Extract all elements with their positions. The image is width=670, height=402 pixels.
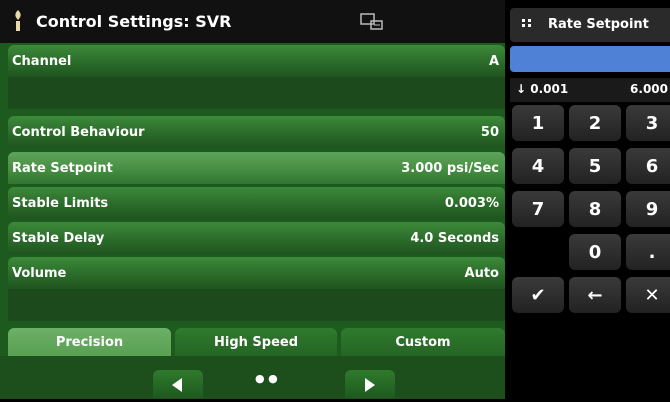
- setting-label: Volume: [12, 265, 67, 281]
- mode-tabs: Precision High Speed Custom: [8, 328, 505, 356]
- right-arrow-icon: [365, 378, 375, 392]
- keypad-header: Rate Setpoint: [510, 8, 670, 42]
- setting-row-spacer: [8, 289, 505, 321]
- key-5[interactable]: 5: [569, 148, 621, 184]
- setting-value: 4.0 Seconds: [410, 230, 499, 246]
- torch-icon: [15, 10, 21, 31]
- setting-value: 3.000 psi/Sec: [401, 160, 499, 176]
- key-decimal[interactable]: .: [626, 234, 670, 270]
- backspace-button[interactable]: ←: [569, 277, 621, 313]
- keypad-icon: [522, 19, 531, 27]
- key-8[interactable]: 8: [569, 191, 621, 227]
- key-2[interactable]: 2: [569, 105, 621, 141]
- remote-display-icon[interactable]: [360, 13, 386, 31]
- setting-value: A: [488, 53, 499, 69]
- enter-button[interactable]: ✔: [512, 277, 564, 313]
- setting-label: Rate Setpoint: [12, 160, 113, 176]
- setting-row-rate-setpoint[interactable]: Rate Setpoint 3.000 psi/Sec: [8, 152, 505, 184]
- setting-row-volume[interactable]: Volume Auto: [8, 257, 505, 289]
- value-range: ↓ 0.001 6.000: [510, 78, 670, 102]
- setting-row-spacer: [8, 77, 505, 109]
- page-title: Control Settings: SVR: [36, 12, 232, 31]
- key-7[interactable]: 7: [512, 191, 564, 227]
- setting-label: Control Behaviour: [12, 124, 145, 140]
- tab-custom[interactable]: Custom: [341, 328, 505, 356]
- page-navigation: ● ●: [0, 356, 505, 399]
- setting-row-stable-delay[interactable]: Stable Delay 4.0 Seconds: [8, 222, 505, 254]
- cancel-button[interactable]: ✕: [626, 277, 670, 313]
- tab-high-speed[interactable]: High Speed: [175, 328, 337, 356]
- next-page-button[interactable]: [345, 370, 395, 398]
- key-6[interactable]: 6: [626, 148, 670, 184]
- range-min: ↓ 0.001: [516, 82, 569, 96]
- page-indicator-dots: ● ●: [255, 372, 278, 385]
- setting-value: Auto: [464, 265, 499, 281]
- previous-page-button[interactable]: [153, 370, 203, 398]
- range-max: 6.000: [630, 82, 668, 96]
- left-arrow-icon: [172, 378, 182, 392]
- value-entry-field[interactable]: [510, 46, 670, 72]
- title-bar: Control Settings: SVR: [0, 0, 505, 43]
- setting-value: 50: [480, 124, 499, 140]
- setting-label: Stable Delay: [12, 230, 105, 246]
- key-3[interactable]: 3: [626, 105, 670, 141]
- setting-row-control-behaviour[interactable]: Control Behaviour 50: [8, 116, 505, 148]
- key-0[interactable]: 0: [569, 234, 621, 270]
- setting-row-stable-limits[interactable]: Stable Limits 0.003%: [8, 187, 505, 219]
- setting-label: Channel: [12, 53, 72, 69]
- keypad-title: Rate Setpoint: [548, 17, 649, 32]
- key-9[interactable]: 9: [626, 191, 670, 227]
- setting-value: 0.003%: [444, 195, 499, 211]
- tab-precision[interactable]: Precision: [8, 328, 171, 356]
- setting-row-channel[interactable]: Channel A: [8, 45, 505, 77]
- key-4[interactable]: 4: [512, 148, 564, 184]
- setting-label: Stable Limits: [12, 195, 109, 211]
- key-1[interactable]: 1: [512, 105, 564, 141]
